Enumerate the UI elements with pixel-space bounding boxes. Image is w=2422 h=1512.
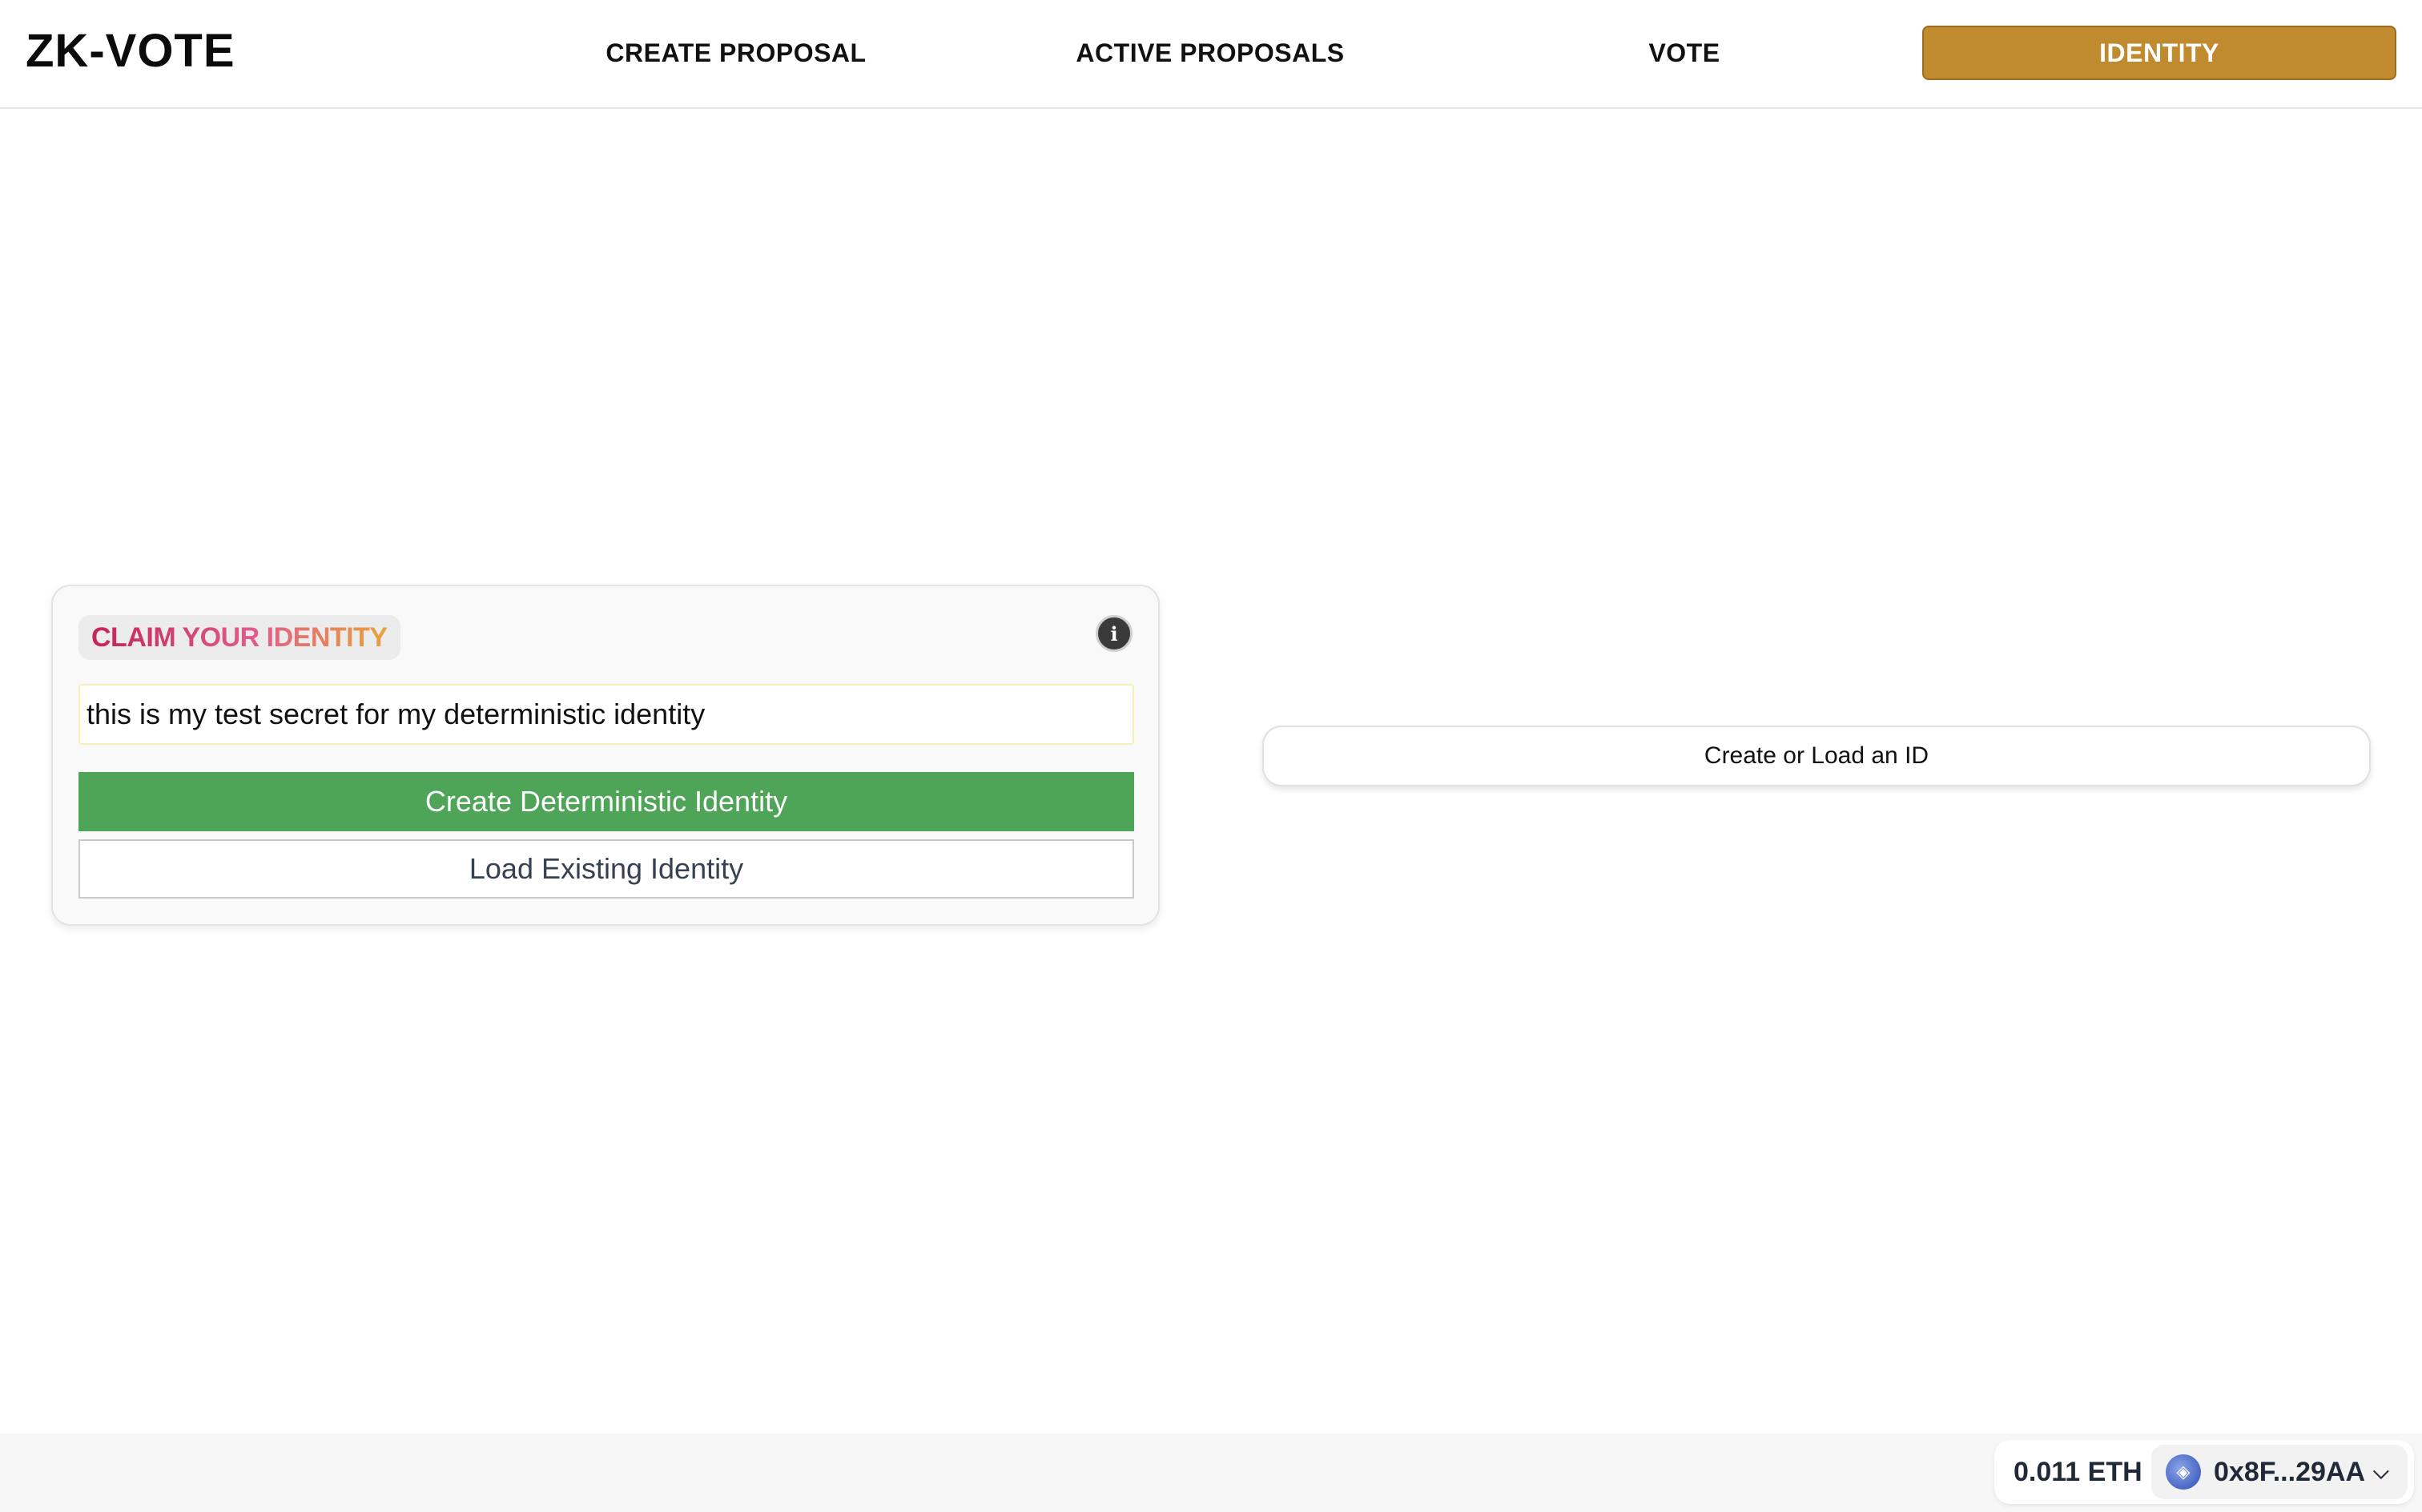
secret-input[interactable] [78,684,1134,745]
claim-identity-card: CLAIM YOUR IDENTITY i Create Determinist… [51,585,1160,926]
chevron-down-icon: ⌵ [2373,1459,2389,1483]
account-button[interactable]: ◈ 0x8F...29AA ⌵ [2151,1445,2408,1499]
create-deterministic-identity-button[interactable]: Create Deterministic Identity [78,772,1134,831]
app-logo[interactable]: ZK-VOTE [26,24,235,78]
card-title-badge: CLAIM YOUR IDENTITY [78,615,400,660]
card-title: CLAIM YOUR IDENTITY [91,621,388,653]
identity-status-panel: Create or Load an ID [1262,726,2371,786]
tab-create-proposal[interactable]: CREATE PROPOSAL [498,26,974,80]
info-icon[interactable]: i [1096,615,1133,652]
wallet-balance[interactable]: 0.011 ETH [2014,1440,2142,1504]
tab-vote[interactable]: VOTE [1446,26,1922,80]
ens-avatar-icon: ◈ [2166,1454,2201,1490]
wallet-address: 0x8F...29AA [2214,1456,2365,1487]
top-navigation-bar: ZK-VOTE CREATE PROPOSAL ACTIVE PROPOSALS… [0,0,2422,109]
tab-active-proposals[interactable]: ACTIVE PROPOSALS [972,26,1448,80]
wallet-widget: 0.011 ETH ◈ 0x8F...29AA ⌵ [1994,1440,2414,1504]
load-existing-identity-button[interactable]: Load Existing Identity [78,839,1134,899]
tab-identity[interactable]: IDENTITY [1922,26,2396,80]
